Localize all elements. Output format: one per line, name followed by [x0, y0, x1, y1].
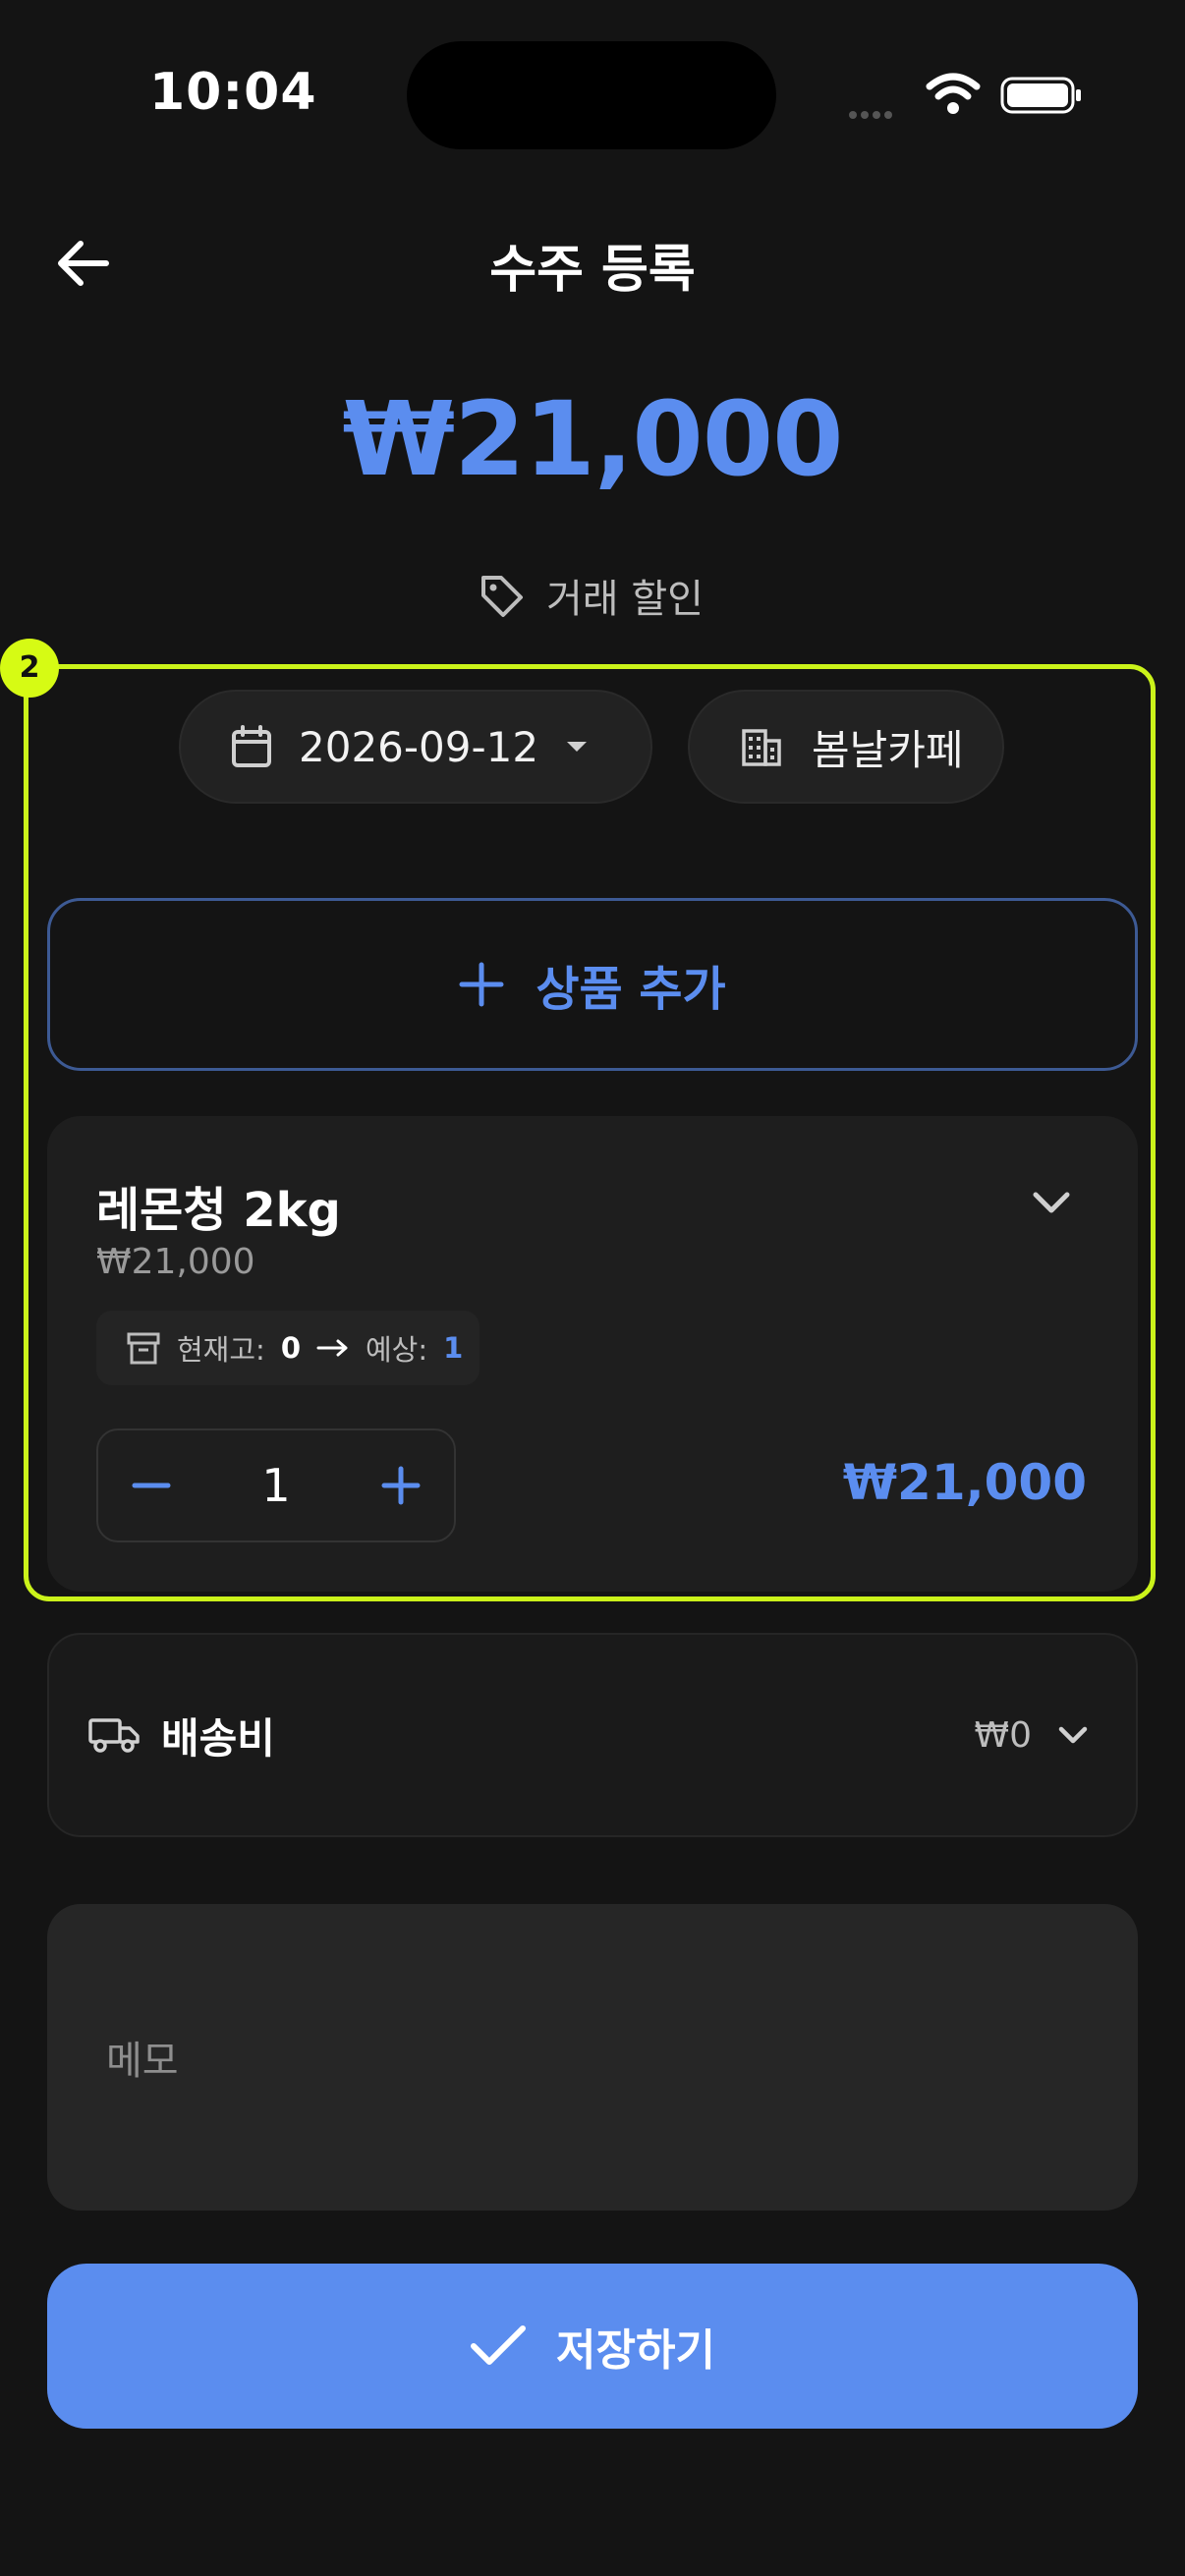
chevron-down-icon	[1033, 1192, 1070, 1213]
discount-button[interactable]: 거래 할인	[478, 568, 704, 623]
signal-dots-icon	[849, 104, 908, 119]
date-value: 2026-09-12	[299, 722, 539, 771]
tag-icon	[481, 576, 523, 617]
chevron-down-icon	[1058, 1726, 1088, 1744]
dynamic-island	[407, 41, 776, 149]
quantity-stepper: 1	[96, 1428, 456, 1542]
battery-icon	[1000, 77, 1083, 114]
wifi-icon	[926, 73, 981, 116]
expected-label: 예상:	[366, 1333, 428, 1367]
memo-field[interactable]: 메모	[47, 1904, 1138, 2211]
plus-icon	[459, 962, 504, 1007]
dropdown-caret-icon	[567, 742, 588, 752]
stock-value: 0	[280, 1331, 301, 1365]
shipping-label: 배송비	[161, 1713, 275, 1763]
plus-icon[interactable]	[381, 1466, 421, 1505]
item-line-total: ₩21,000	[842, 1454, 1087, 1511]
building-icon	[742, 729, 781, 766]
calendar-icon	[232, 725, 271, 767]
item-expand-button[interactable]	[1028, 1179, 1075, 1226]
archive-icon	[127, 1332, 160, 1365]
item-unit-price: ₩21,000	[96, 1242, 255, 1282]
annotation-badge: 2	[0, 639, 59, 698]
truck-icon	[88, 1718, 140, 1753]
store-name: 봄날카페	[812, 725, 964, 774]
memo-placeholder: 메모	[106, 2039, 179, 2084]
expected-value: 1	[443, 1331, 464, 1365]
check-icon	[471, 2325, 527, 2365]
arrow-right-icon	[316, 1339, 348, 1357]
order-total: ₩21,000	[342, 379, 843, 499]
shipping-row[interactable]: 배송비 ₩0	[47, 1633, 1138, 1837]
date-picker[interactable]: 2026-09-12	[179, 690, 652, 804]
discount-label: 거래 할인	[546, 577, 704, 622]
item-name: 레몬청 2kg	[96, 1183, 341, 1238]
add-product-label: 상품 추가	[536, 962, 726, 1017]
stock-info: 현재고: 0 예상: 1	[96, 1311, 480, 1385]
save-label: 저장하기	[556, 2325, 715, 2376]
status-time: 10:04	[149, 63, 317, 122]
add-product-button[interactable]: 상품 추가	[47, 898, 1138, 1071]
shipping-value: ₩0	[974, 1714, 1033, 1756]
save-button[interactable]: 저장하기	[47, 2264, 1138, 2429]
quantity-value: 1	[261, 1459, 291, 1512]
page-title: 수주 등록	[489, 241, 696, 300]
store-selector[interactable]: 봄날카페	[688, 690, 1004, 804]
stock-label: 현재고:	[177, 1333, 265, 1367]
minus-icon[interactable]	[132, 1466, 171, 1505]
